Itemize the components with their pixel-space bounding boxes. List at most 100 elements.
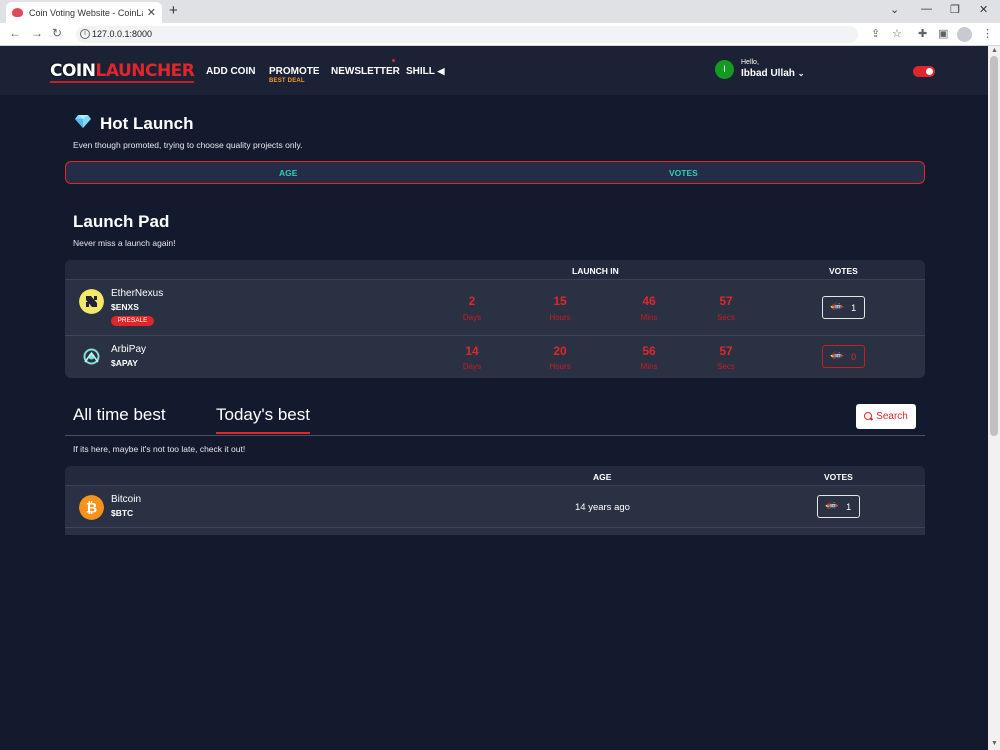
back-icon[interactable]: ← (9, 26, 21, 40)
countdown-days: 2 (468, 294, 476, 308)
launch-pad-subtitle: Never miss a launch again! (73, 238, 176, 248)
nav-promote[interactable]: PROMOTE BEST DEAL (269, 66, 320, 84)
scrollbar[interactable]: ▲ ▼ (988, 46, 1000, 750)
vote-button[interactable]: 🚀 0 (822, 345, 865, 368)
coin-name[interactable]: ArbiPay (111, 344, 146, 355)
countdown-days-label: Days (462, 313, 482, 322)
vote-count: 1 (851, 302, 857, 313)
coin-symbol: $ENXS (111, 302, 139, 312)
share-icon[interactable]: ⇪ (871, 27, 880, 40)
col-launch-in: LAUNCH IN (572, 266, 619, 276)
best-subtitle: If its here, maybe it's not too late, ch… (73, 444, 246, 454)
side-panel-icon[interactable]: ▣ (938, 27, 948, 40)
countdown-mins: 56 (642, 344, 656, 358)
scroll-up-icon[interactable]: ▲ (991, 47, 998, 54)
url-text: 127.0.0.1:8000 (92, 29, 153, 39)
countdown-days: 14 (465, 344, 479, 358)
coin-name[interactable]: EtherNexus (111, 288, 163, 299)
extensions-icon[interactable]: ✚ (918, 27, 927, 40)
site-logo[interactable]: COINLAUNCHER (50, 61, 195, 83)
coin-age: 14 years ago (575, 502, 630, 513)
countdown-mins: 46 (642, 294, 656, 308)
col-votes: VOTES (824, 472, 853, 482)
profile-icon[interactable] (957, 27, 972, 42)
table-row[interactable]: EtherNexus $ENXS PRESALE 2 Days 15 Hours… (65, 280, 925, 336)
countdown-secs: 57 (719, 294, 733, 308)
forward-icon[interactable]: → (31, 26, 43, 40)
scrollbar-thumb[interactable] (990, 56, 998, 436)
user-avatar[interactable]: I (715, 60, 734, 79)
nav-shill[interactable]: SHILL ◀ (406, 66, 444, 77)
search-button[interactable]: Search (856, 404, 916, 429)
nav-shill-label: SHILL (406, 66, 435, 77)
active-tab-indicator (216, 432, 310, 434)
table-row[interactable]: ArbiPay $APAY 14 Days 20 Hours 56 Mins 5… (65, 336, 925, 378)
tab-close-icon[interactable]: ✕ (147, 6, 156, 19)
countdown-mins-label: Mins (640, 362, 658, 371)
best-table-header: AGE VOTES (65, 466, 925, 486)
countdown-mins-label: Mins (640, 313, 658, 322)
scroll-down-icon[interactable]: ▼ (991, 740, 998, 747)
rocket-icon: 🚀 (829, 299, 845, 315)
user-menu[interactable]: Ibbad Ullah ⌄ (741, 68, 804, 79)
countdown-secs-label: Secs (717, 313, 735, 322)
restore-button[interactable]: ❐ (950, 3, 960, 16)
search-label: Search (876, 411, 908, 422)
rocket-icon: 🚀 (824, 498, 840, 514)
site-header: COINLAUNCHER ADD COIN PROMOTE BEST DEAL … (0, 46, 988, 95)
col-votes: VOTES (829, 266, 858, 276)
countdown-hours: 15 (553, 294, 567, 308)
minimize-button[interactable]: — (921, 3, 932, 15)
tab-todays-best[interactable]: Today's best (216, 405, 310, 425)
coin-name[interactable]: Bitcoin (111, 494, 141, 505)
bookmark-star-icon[interactable]: ☆ (892, 27, 902, 40)
theme-toggle[interactable] (913, 66, 935, 77)
col-age: AGE (593, 472, 612, 482)
hot-launch-col-votes[interactable]: VOTES (669, 168, 698, 178)
countdown-secs: 57 (719, 344, 733, 358)
hello-label: Hello, (741, 59, 759, 66)
countdown-hours: 20 (553, 344, 567, 358)
vote-button[interactable]: 🚀 1 (822, 296, 865, 319)
diamond-icon (75, 115, 91, 128)
presale-badge: PRESALE (111, 316, 154, 326)
launch-pad-table-header: LAUNCH IN VOTES (65, 260, 925, 280)
new-tab-button[interactable]: + (169, 2, 178, 19)
vote-button[interactable]: 🚀 1 (817, 495, 860, 518)
nav-newsletter[interactable]: NEWSLETTER (331, 66, 400, 77)
launch-pad-table: LAUNCH IN VOTES EtherNexus $ENXS PRESALE… (65, 260, 925, 378)
menu-kebab-icon[interactable]: ⋮ (982, 27, 993, 40)
countdown-hours-label: Hours (549, 362, 571, 371)
url-field[interactable]: i 127.0.0.1:8000 (76, 26, 858, 43)
rocket-icon: 🚀 (829, 348, 845, 364)
favicon-icon (12, 8, 23, 17)
vote-count: 0 (851, 351, 857, 362)
countdown-hours-label: Hours (549, 313, 571, 322)
ethernexus-logo-icon (79, 289, 104, 314)
logo-part-coin: COIN (50, 61, 96, 81)
close-window-button[interactable]: ✕ (979, 3, 988, 16)
site-info-icon[interactable]: i (80, 29, 90, 39)
best-table: AGE VOTES ₿ Bitcoin $BTC 14 years ago 🚀 … (65, 466, 925, 535)
address-bar: ← → ↻ i 127.0.0.1:8000 ⇪ ☆ ✚ ▣ ⋮ (0, 23, 1000, 46)
best-deal-label: BEST DEAL (269, 78, 305, 84)
table-row[interactable]: ₿ Bitcoin $BTC 14 years ago 🚀 1 (65, 486, 925, 528)
hot-launch-title: Hot Launch (100, 114, 194, 133)
tab-title: Coin Voting Website - CoinLaunch (29, 7, 143, 18)
coin-symbol: $BTC (111, 508, 134, 518)
launch-pad-title: Launch Pad (73, 212, 170, 231)
tab-all-time-best[interactable]: All time best (73, 405, 166, 425)
browser-tab[interactable]: Coin Voting Website - CoinLaunch ✕ (6, 2, 162, 23)
logo-part-launcher: LAUNCHER (95, 61, 195, 81)
hot-launch-subtitle: Even though promoted, trying to choose q… (73, 140, 303, 150)
countdown-days-label: Days (462, 362, 482, 371)
browser-tabbar: Coin Voting Website - CoinLaunch ✕ + ⌄ —… (0, 0, 1000, 23)
reload-icon[interactable]: ↻ (52, 26, 62, 40)
coin-symbol: $APAY (111, 358, 138, 368)
tab-search-icon[interactable]: ⌄ (890, 3, 899, 16)
hot-launch-col-age[interactable]: AGE (279, 168, 297, 178)
megaphone-icon: ◀ (437, 66, 445, 76)
bitcoin-logo-icon: ₿ (79, 495, 104, 520)
nav-add-coin[interactable]: ADD COIN (206, 66, 255, 77)
hot-launch-header: AGE VOTES (65, 161, 925, 184)
